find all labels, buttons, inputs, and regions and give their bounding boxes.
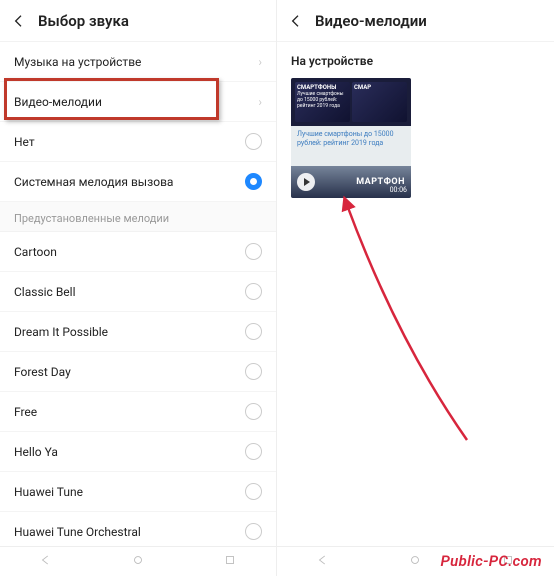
preset-item[interactable]: Free [0,392,276,432]
radio-icon [245,283,262,300]
video-melodies-panel: Видео-мелодии На устройстве СМАРТФОНЫ Лу… [277,0,554,576]
nav-music-on-device[interactable]: Музыка на устройстве › [0,42,276,82]
video-duration: 00:06 [390,186,407,194]
radio-icon [245,133,262,150]
preset-item[interactable]: Dream It Possible [0,312,276,352]
row-label: Classic Bell [14,285,245,299]
radio-icon [245,323,262,340]
annotation-arrow [317,190,487,450]
sound-list: Музыка на устройстве › Видео-мелодии › Н… [0,42,276,576]
radio-icon [245,243,262,260]
thumb-card-sub: Лучшие смартфоны до 15000 рублей: рейтин… [297,91,348,109]
section-preset: Предустановленные мелодии [0,202,276,232]
android-navbar [0,546,276,576]
row-label: Музыка на устройстве [14,55,258,69]
chevron-right-icon: › [258,55,262,69]
nav-video-melodies[interactable]: Видео-мелодии › [0,82,276,122]
radio-icon [245,443,262,460]
thumb-mid-text: Лучшие смартфоны до 15000 рублей: рейтин… [291,126,411,166]
nav-home-icon[interactable] [408,553,422,571]
row-label: Huawei Tune [14,485,245,499]
thumb-card: СМАР [352,82,407,122]
header-right: Видео-мелодии [277,0,554,42]
back-icon[interactable] [10,12,28,30]
thumb-card-title: СМАРТФОНЫ [297,84,348,91]
preset-item[interactable]: Forest Day [0,352,276,392]
nav-home-icon[interactable] [131,553,145,571]
preset-item[interactable]: Hello Ya [0,432,276,472]
radio-none[interactable]: Нет [0,122,276,162]
radio-system-ringtone[interactable]: Системная мелодия вызова [0,162,276,202]
radio-icon [245,483,262,500]
row-label: Hello Ya [14,445,245,459]
row-label: Видео-мелодии [14,95,258,109]
radio-icon [245,403,262,420]
preset-item[interactable]: Cartoon [0,232,276,272]
nav-back-icon[interactable] [316,553,330,571]
page-title: Выбор звука [38,12,129,30]
radio-selected-icon [245,173,262,190]
nav-recent-icon[interactable] [223,553,237,571]
thumb-preview-top: СМАРТФОНЫ Лучшие смартфоны до 15000 рубл… [291,78,411,126]
nav-back-icon[interactable] [39,553,53,571]
chevron-right-icon: › [258,95,262,109]
radio-icon [245,363,262,380]
video-thumbnail[interactable]: СМАРТФОНЫ Лучшие смартфоны до 15000 рубл… [291,78,411,198]
thumb-card-title: СМАР [354,84,405,91]
sound-selection-panel: Выбор звука Музыка на устройстве › Видео… [0,0,277,576]
row-label: Нет [14,135,245,149]
row-label: Системная мелодия вызова [14,175,245,189]
watermark: Public-PC.com [441,552,542,570]
row-label: Forest Day [14,365,245,379]
preset-item[interactable]: Classic Bell [0,272,276,312]
back-icon[interactable] [287,12,305,30]
on-device-label: На устройстве [277,42,554,78]
preset-item[interactable]: Huawei Tune [0,472,276,512]
row-label: Cartoon [14,245,245,259]
thumb-card: СМАРТФОНЫ Лучшие смартфоны до 15000 рубл… [295,82,350,122]
radio-icon [245,523,262,540]
row-label: Dream It Possible [14,325,245,339]
row-label: Free [14,405,245,419]
header-left: Выбор звука [0,0,276,42]
play-icon [297,173,315,191]
row-label: Huawei Tune Orchestral [14,525,245,539]
page-title: Видео-мелодии [315,12,427,30]
